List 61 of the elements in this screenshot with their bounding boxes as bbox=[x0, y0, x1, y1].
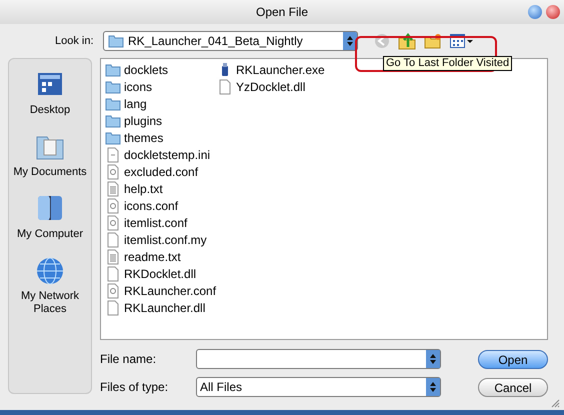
minimize-icon[interactable] bbox=[528, 5, 542, 19]
file-type-value: All Files bbox=[199, 379, 244, 396]
folder-icon bbox=[108, 34, 124, 48]
look-in-value: RK_Launcher_041_Beta_Nightly bbox=[128, 33, 304, 50]
folder-icon bbox=[105, 112, 121, 128]
file-type-dropdown[interactable]: All Files bbox=[196, 377, 441, 397]
file-item[interactable]: plugins bbox=[124, 112, 162, 130]
place-item[interactable]: Desktop bbox=[10, 104, 90, 117]
folder-icon bbox=[105, 78, 121, 94]
place-item[interactable]: My Network Places bbox=[10, 290, 90, 316]
settings-document-icon bbox=[105, 214, 121, 230]
file-item[interactable]: excluded.conf bbox=[124, 162, 198, 180]
folder-icon bbox=[105, 130, 121, 146]
place-item[interactable]: My Computer bbox=[10, 228, 90, 241]
folder-icon bbox=[105, 62, 121, 78]
folder-icon bbox=[105, 96, 121, 112]
document-icon bbox=[105, 232, 121, 248]
file-item[interactable]: itemlist.conf bbox=[124, 214, 188, 232]
file-item[interactable]: readme.txt bbox=[124, 248, 181, 266]
settings-document-icon bbox=[105, 282, 121, 298]
cancel-button[interactable]: Cancel bbox=[478, 378, 548, 396]
look-in-dropdown[interactable]: RK_Launcher_041_Beta_Nightly bbox=[103, 31, 358, 51]
file-item[interactable]: YzDocklet.dll bbox=[236, 78, 306, 96]
dropdown-arrows-icon bbox=[426, 378, 440, 396]
text-document-icon bbox=[105, 248, 121, 264]
file-name-field[interactable] bbox=[196, 349, 441, 369]
file-name-label: File name: bbox=[100, 351, 158, 368]
document-icon bbox=[105, 146, 121, 162]
new-folder-icon[interactable] bbox=[424, 33, 442, 49]
globe-icon bbox=[34, 255, 66, 287]
file-item[interactable]: icons bbox=[124, 78, 152, 96]
dropdown-arrows-icon bbox=[343, 32, 357, 50]
file-item[interactable]: themes bbox=[124, 128, 164, 146]
file-item[interactable]: RKLauncher.exe bbox=[236, 60, 325, 78]
file-item[interactable]: RKDocklet.dll bbox=[124, 264, 196, 282]
document-icon bbox=[105, 300, 121, 316]
look-in-label: Look in: bbox=[55, 34, 95, 49]
file-item[interactable]: icons.conf bbox=[124, 196, 178, 214]
file-item[interactable]: RKLauncher.conf bbox=[124, 282, 216, 300]
folder-up-icon[interactable] bbox=[398, 32, 416, 50]
tooltip: Go To Last Folder Visited bbox=[383, 56, 512, 71]
place-item[interactable]: My Documents bbox=[10, 166, 90, 179]
file-item[interactable]: lang bbox=[124, 94, 147, 112]
file-item[interactable]: help.txt bbox=[124, 180, 163, 198]
dropdown-arrows-icon bbox=[426, 350, 440, 368]
close-icon[interactable] bbox=[546, 5, 560, 19]
file-item[interactable]: dockletstemp.ini bbox=[124, 146, 210, 164]
view-menu-icon[interactable] bbox=[450, 34, 474, 48]
file-item[interactable]: RKLauncher.dll bbox=[124, 298, 206, 316]
back-icon[interactable] bbox=[374, 33, 390, 49]
open-button[interactable]: Open bbox=[478, 350, 548, 368]
resize-grip-icon bbox=[550, 398, 560, 408]
settings-document-icon bbox=[105, 198, 121, 214]
file-item[interactable]: itemlist.conf.my bbox=[124, 230, 207, 248]
settings-document-icon bbox=[105, 164, 121, 180]
file-item[interactable]: docklets bbox=[124, 60, 168, 78]
document-icon bbox=[105, 266, 121, 282]
window-title: Open File bbox=[256, 4, 308, 21]
document-icon bbox=[217, 78, 233, 94]
file-type-label: Files of type: bbox=[100, 379, 170, 396]
text-document-icon bbox=[105, 180, 121, 196]
